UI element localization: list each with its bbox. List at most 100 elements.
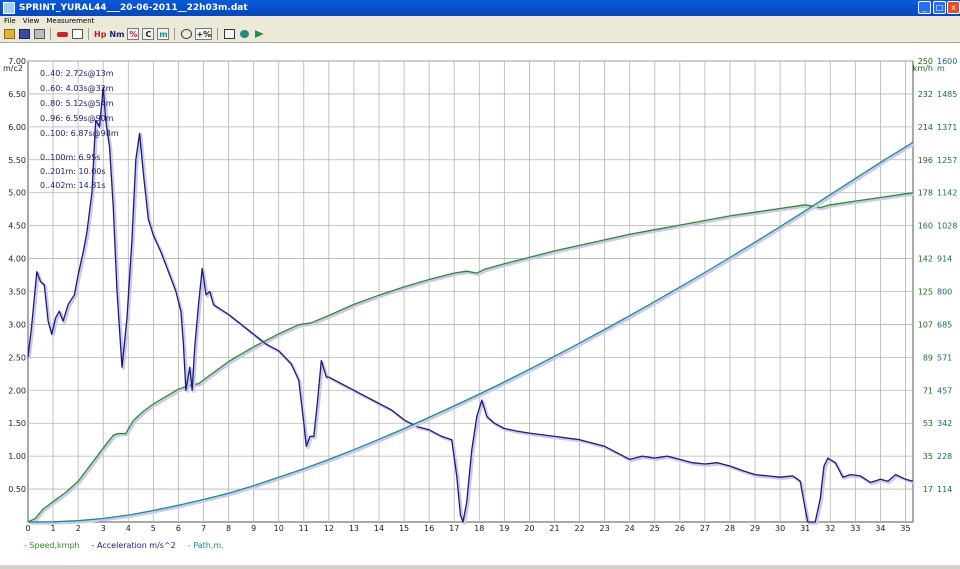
globe-icon[interactable] bbox=[238, 28, 250, 40]
left-tick-label: 4.00 bbox=[8, 255, 26, 264]
path-tick-label: 1371 bbox=[937, 123, 957, 132]
legend-item: - Acceleration m/s^2 bbox=[92, 541, 176, 550]
annotation-text: 0..60: 4.03s@32m bbox=[40, 84, 114, 93]
path-tick-label: 114 bbox=[937, 485, 952, 494]
path-tick-label: 1142 bbox=[937, 189, 957, 198]
speed-tick-label: 53 bbox=[923, 419, 933, 428]
menu-bar: File View Measurement bbox=[0, 16, 960, 26]
path-tick-label: 800 bbox=[937, 288, 952, 297]
grid bbox=[27, 60, 914, 523]
print-icon[interactable] bbox=[33, 28, 45, 40]
menu-measurement[interactable]: Measurement bbox=[46, 17, 94, 25]
car-icon[interactable] bbox=[56, 28, 68, 40]
x-tick-label: 17 bbox=[449, 524, 459, 533]
menu-view[interactable]: View bbox=[23, 17, 40, 25]
annotation-text: 0..80: 5.12s@54m bbox=[40, 99, 114, 108]
path-tick-label: 571 bbox=[937, 353, 952, 362]
x-tick-label: 23 bbox=[600, 524, 610, 533]
percent-button[interactable]: % bbox=[127, 28, 140, 40]
x-tick-label: 27 bbox=[700, 524, 710, 533]
x-tick-label: 21 bbox=[549, 524, 559, 533]
x-tick-label: 35 bbox=[900, 524, 910, 533]
path-unit-label: m bbox=[937, 64, 945, 73]
speed-tick-label: 160 bbox=[918, 222, 933, 231]
maximize-button[interactable]: □ bbox=[933, 1, 946, 14]
x-tick-label: 3 bbox=[101, 524, 106, 533]
x-tick-label: 8 bbox=[226, 524, 231, 533]
x-tick-label: 13 bbox=[349, 524, 359, 533]
speed-tick-label: 89 bbox=[923, 353, 933, 362]
chart-area: 0 1 2 3 4 5 6 7 8 9 10 11 12 13 14 15 16 17 18 19 20 21 22 23 24… bbox=[0, 43, 960, 565]
path-tick-label: 914 bbox=[937, 255, 952, 264]
toolbar: Hp Nm % C m +% bbox=[0, 26, 960, 43]
toolbar-separator bbox=[174, 28, 176, 40]
legend-item: - Speed,kmph bbox=[24, 541, 80, 550]
nm-button[interactable]: Nm bbox=[109, 28, 124, 40]
x-tick-label: 30 bbox=[775, 524, 785, 533]
left-tick-label: 0.50 bbox=[8, 485, 26, 494]
left-tick-label: 5.50 bbox=[8, 156, 26, 165]
menu-file[interactable]: File bbox=[4, 17, 16, 25]
x-tick-label: 16 bbox=[424, 524, 434, 533]
title-bar: SPRINT_YURAL44___20-06-2011__22h03m.dat … bbox=[0, 0, 960, 16]
speed-tick-label: 214 bbox=[918, 123, 933, 132]
x-tick-label: 11 bbox=[299, 524, 309, 533]
app-icon bbox=[3, 2, 15, 14]
left-tick-label: 1.50 bbox=[8, 419, 26, 428]
c-button[interactable]: C bbox=[142, 28, 155, 40]
speed-tick-label: 71 bbox=[923, 386, 933, 395]
path-tick-label: 457 bbox=[937, 386, 952, 395]
annotation-text: 0..100m: 6.95s bbox=[40, 153, 100, 162]
speed-tick-label: 178 bbox=[918, 189, 933, 198]
annotation-text: 0..402m: 14.81s bbox=[40, 181, 106, 190]
speed-tick-label: 35 bbox=[923, 452, 933, 461]
x-tick-label: 2 bbox=[76, 524, 81, 533]
open-icon[interactable] bbox=[3, 28, 15, 40]
x-tick-label: 7 bbox=[201, 524, 206, 533]
x-tick-label: 26 bbox=[675, 524, 685, 533]
x-tick-label: 19 bbox=[499, 524, 509, 533]
x-tick-label: 6 bbox=[176, 524, 181, 533]
zoom-icon[interactable] bbox=[223, 28, 235, 40]
plus-percent-button[interactable]: +% bbox=[195, 28, 213, 40]
x-tick-label: 5 bbox=[151, 524, 156, 533]
left-tick-label: 2.00 bbox=[8, 386, 26, 395]
clock-icon[interactable] bbox=[180, 28, 192, 40]
x-tick-label: 14 bbox=[374, 524, 384, 533]
x-tick-label: 18 bbox=[474, 524, 484, 533]
window-title: SPRINT_YURAL44___20-06-2011__22h03m.dat bbox=[19, 3, 248, 13]
close-button[interactable]: x bbox=[947, 1, 960, 14]
speed-tick-label: 125 bbox=[918, 288, 933, 297]
x-tick-label: 31 bbox=[800, 524, 810, 533]
x-tick-label: 29 bbox=[750, 524, 760, 533]
forward-icon[interactable] bbox=[253, 28, 265, 40]
m-button[interactable]: m bbox=[157, 28, 170, 40]
path-tick-label: 1028 bbox=[937, 222, 957, 231]
x-tick-label: 12 bbox=[324, 524, 334, 533]
speed-tick-label: 232 bbox=[918, 90, 933, 99]
path-tick-label: 1485 bbox=[937, 90, 957, 99]
speed-tick-label: 142 bbox=[918, 255, 933, 264]
x-tick-label: 24 bbox=[625, 524, 635, 533]
x-tick-label: 10 bbox=[274, 524, 284, 533]
annotation-text: 0..201m: 10.00s bbox=[40, 167, 106, 176]
left-tick-label: 6.00 bbox=[8, 123, 26, 132]
minimize-button[interactable]: _ bbox=[918, 1, 931, 14]
x-tick-label: 9 bbox=[251, 524, 256, 533]
hp-button[interactable]: Hp bbox=[94, 28, 106, 40]
toolbar-separator bbox=[50, 28, 51, 40]
x-tick-label: 25 bbox=[650, 524, 660, 533]
left-tick-label: 3.50 bbox=[8, 288, 26, 297]
left-tick-label: 3.00 bbox=[8, 320, 26, 329]
speed-tick-label: 17 bbox=[923, 485, 933, 494]
annotation-text: 0..40: 2.72s@13m bbox=[40, 69, 114, 78]
path-tick-label: 1257 bbox=[937, 156, 957, 165]
annotation-text: 0..96: 6.59s@90m bbox=[40, 114, 114, 123]
image-icon[interactable] bbox=[71, 28, 83, 40]
left-tick-label: 2.50 bbox=[8, 353, 26, 362]
x-tick-label: 28 bbox=[725, 524, 735, 533]
save-icon[interactable] bbox=[18, 28, 30, 40]
x-tick-label: 34 bbox=[875, 524, 885, 533]
speed-tick-label: 107 bbox=[918, 320, 933, 329]
x-tick-label: 33 bbox=[850, 524, 860, 533]
